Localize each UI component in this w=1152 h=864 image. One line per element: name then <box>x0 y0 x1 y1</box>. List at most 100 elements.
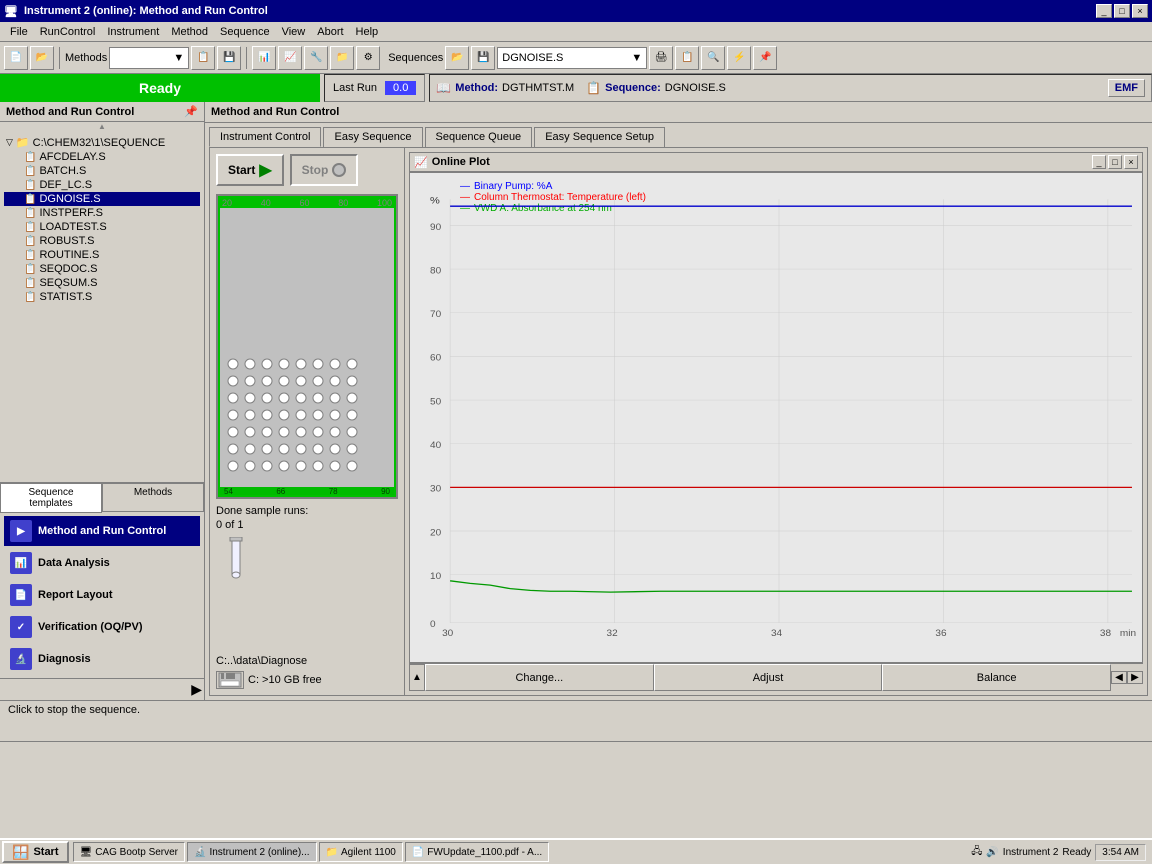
nav-report-layout[interactable]: 📄 Report Layout <box>4 580 200 610</box>
toolbar-icon4[interactable]: ⚡ <box>727 46 751 70</box>
tab-sequence-queue[interactable]: Sequence Queue <box>425 127 533 147</box>
taskbar-cag[interactable]: 🖥 CAG Bootp Server <box>73 842 186 862</box>
balance-button[interactable]: Balance <box>882 664 1111 691</box>
sidebar-nav: ▶ Method and Run Control 📊 Data Analysis… <box>0 512 204 678</box>
sequence-value: DGNOISE.S <box>502 52 563 64</box>
tree-item-seqdoc[interactable]: 📋 SEQDOC.S <box>4 262 200 276</box>
toolbar-btn3[interactable]: 💾 <box>217 46 241 70</box>
tree-item-batch[interactable]: 📋 BATCH.S <box>4 164 200 178</box>
menu-instrument[interactable]: Instrument <box>101 24 165 40</box>
sidebar-push-pin[interactable]: 📌 <box>184 105 198 118</box>
toolbar-btn6[interactable]: 🔧 <box>304 46 328 70</box>
stop-button[interactable]: Stop <box>290 154 359 186</box>
plot-title-text: Online Plot <box>432 156 490 168</box>
adjust-button[interactable]: Adjust <box>654 664 883 691</box>
svg-text:min: min <box>1120 627 1136 637</box>
path-label: C:..\data\Diagnose <box>216 655 398 667</box>
menu-sequence[interactable]: Sequence <box>214 24 276 40</box>
tab-instrument-control[interactable]: Instrument Control <box>209 127 321 147</box>
seq-open-btn[interactable]: 📂 <box>445 46 469 70</box>
menu-file[interactable]: File <box>4 24 34 40</box>
tree-label-deflc: DEF_LC.S <box>39 179 92 191</box>
tab-easy-sequence-setup[interactable]: Easy Sequence Setup <box>534 127 665 147</box>
tab-easy-sequence[interactable]: Easy Sequence <box>323 127 422 147</box>
seq-icon-10: 📋 <box>24 278 36 289</box>
tree-label-instperf: INSTPERF.S <box>39 207 103 219</box>
seq-icon-3: 📋 <box>24 180 36 191</box>
minimize-button[interactable]: _ <box>1096 4 1112 18</box>
seq-icon-1: 📋 <box>24 152 36 163</box>
vial-icon-svg <box>226 537 246 579</box>
tree-item-deflc[interactable]: 📋 DEF_LC.S <box>4 178 200 192</box>
nav-label-method: Method and Run Control <box>38 525 166 537</box>
seq-save-btn[interactable]: 💾 <box>471 46 495 70</box>
plot-close[interactable]: × <box>1124 155 1138 169</box>
toolbar-open[interactable]: 📂 <box>30 46 54 70</box>
tab-sequence-templates[interactable]: Sequence templates <box>0 483 102 513</box>
tree-label-afcdelay: AFCDELAY.S <box>39 151 105 163</box>
title-bar-controls: _ □ × <box>1096 4 1148 18</box>
taskbar-agilent[interactable]: 📁 Agilent 1100 <box>319 842 403 862</box>
toolbar-new[interactable]: 📄 <box>4 46 28 70</box>
seq-icon-11: 📋 <box>24 292 36 303</box>
toolbar-btn7[interactable]: 📁 <box>330 46 354 70</box>
left-panel: Start ▶ Stop 20 40 60 80 <box>210 148 405 695</box>
seq-arrow: ▼ <box>631 52 642 64</box>
expand-arrow[interactable]: ▶ <box>191 681 202 698</box>
toolbar-icon5[interactable]: 📌 <box>753 46 777 70</box>
menu-view[interactable]: View <box>276 24 312 40</box>
nav-diagnosis[interactable]: 🔬 Diagnosis <box>4 644 200 674</box>
tree-label-statist: STATIST.S <box>39 291 92 303</box>
toolbar-btn2[interactable]: 📋 <box>191 46 215 70</box>
tree-item-instperf[interactable]: 📋 INSTPERF.S <box>4 206 200 220</box>
menu-runcontrol[interactable]: RunControl <box>34 24 102 40</box>
emf-button[interactable]: EMF <box>1108 79 1145 97</box>
nav-data-analysis[interactable]: 📊 Data Analysis <box>4 548 200 578</box>
diagnosis-icon: 🔬 <box>10 648 32 670</box>
toolbar-btn8[interactable]: ⚙ <box>356 46 380 70</box>
toolbar-btn4[interactable]: 📊 <box>252 46 276 70</box>
tree-item-dgnoise[interactable]: 📋 DGNOISE.S <box>4 192 200 206</box>
menu-abort[interactable]: Abort <box>311 24 349 40</box>
close-button[interactable]: × <box>1132 4 1148 18</box>
plot-title-icon: 📈 <box>414 156 428 169</box>
change-button[interactable]: Change... <box>425 664 654 691</box>
taskbar-apps: 🖥 CAG Bootp Server 🔬 Instrument 2 (onlin… <box>73 842 966 862</box>
tree-item-robust[interactable]: 📋 ROBUST.S <box>4 234 200 248</box>
stop-label: Stop <box>302 163 329 177</box>
toolbar-icon1[interactable]: 🖨 <box>649 46 673 70</box>
plot-maximize[interactable]: □ <box>1108 155 1122 169</box>
toolbar-icon3[interactable]: 🔍 <box>701 46 725 70</box>
nav-method-run-control[interactable]: ▶ Method and Run Control <box>4 516 200 546</box>
taskbar-instrument[interactable]: 🔬 Instrument 2 (online)... <box>187 842 317 862</box>
nav-label-diagnosis: Diagnosis <box>38 653 91 665</box>
tree-label-loadtest: LOADTEST.S <box>39 221 106 233</box>
scroll-up-btn[interactable]: ▲ <box>409 664 425 691</box>
tree-item-routine[interactable]: 📋 ROUTINE.S <box>4 248 200 262</box>
scroll-left-btn[interactable]: ◀ <box>1111 671 1127 684</box>
plot-minimize[interactable]: _ <box>1092 155 1106 169</box>
tree-expand-root: ▽ <box>6 137 13 148</box>
start-button-taskbar[interactable]: 🪟 Start <box>2 841 69 863</box>
start-button[interactable]: Start ▶ <box>216 154 284 186</box>
toolbar-icon2[interactable]: 📋 <box>675 46 699 70</box>
nav-verification[interactable]: ✓ Verification (OQ/PV) <box>4 612 200 642</box>
tab-methods[interactable]: Methods <box>102 483 204 512</box>
tree-item-statist[interactable]: 📋 STATIST.S <box>4 290 200 304</box>
menu-help[interactable]: Help <box>350 24 385 40</box>
tree-item-seqsum[interactable]: 📋 SEQSUM.S <box>4 276 200 290</box>
tree-label-batch: BATCH.S <box>39 165 86 177</box>
sidebar: Method and Run Control 📌 ▲ ▽ 📁 C:\CHEM32… <box>0 102 205 700</box>
book-icon: 📖 <box>436 81 451 95</box>
methods-select[interactable]: ▼ <box>109 47 189 69</box>
tree-root[interactable]: ▽ 📁 C:\CHEM32\1\SEQUENCE <box>4 135 200 150</box>
tree-item-loadtest[interactable]: 📋 LOADTEST.S <box>4 220 200 234</box>
scroll-right-btn[interactable]: ▶ <box>1127 671 1143 684</box>
taskbar-fwupdate[interactable]: 📄 FWUpdate_1100.pdf - A... <box>405 842 549 862</box>
tree-item-afcdelay[interactable]: 📋 AFCDELAY.S <box>4 150 200 164</box>
sequence-dropdown[interactable]: DGNOISE.S ▼ <box>497 47 647 69</box>
sidebar-tree[interactable]: ▽ 📁 C:\CHEM32\1\SEQUENCE 📋 AFCDELAY.S 📋 … <box>0 131 204 482</box>
menu-method[interactable]: Method <box>165 24 214 40</box>
toolbar-btn5[interactable]: 📈 <box>278 46 302 70</box>
maximize-button[interactable]: □ <box>1114 4 1130 18</box>
